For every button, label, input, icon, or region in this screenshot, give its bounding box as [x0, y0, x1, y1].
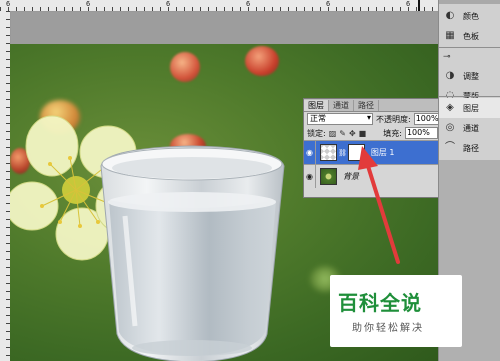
brush-icon[interactable]: ⊸ [443, 52, 451, 62]
mask-link-icon[interactable]: ⛓ [338, 149, 347, 157]
ruler-mark: 6 [86, 0, 91, 8]
dock-item-label: 色板 [463, 31, 479, 41]
swatches-icon: ▦ [445, 30, 455, 41]
flower-bud [170, 52, 200, 82]
channels-icon: ◎ [445, 122, 455, 133]
flower-bud [245, 46, 279, 76]
blend-mode-select[interactable]: 正常 [307, 113, 373, 125]
watermark-subtitle: 助你轻松解决 [352, 323, 424, 334]
ruler-mark: 6 [246, 0, 251, 8]
layer-name: 图层 1 [370, 148, 395, 157]
dock-item-adjustments[interactable]: ◑ 调整 [439, 66, 500, 86]
palette-icon: ◐ [445, 10, 455, 21]
visibility-eye-icon[interactable]: ◉ [304, 165, 316, 188]
ruler-mark: 6 [326, 0, 331, 8]
dock-item-layers[interactable]: ◈ 图层 [439, 98, 500, 118]
visibility-eye-icon[interactable]: ◉ [304, 141, 316, 164]
lock-options: ▨ ✎ ✥ ■ [329, 129, 367, 138]
paths-icon: ⌒ [445, 142, 455, 153]
dock-item-label: 调整 [463, 71, 479, 81]
dock-item-label: 路径 [463, 143, 479, 153]
layers-icon: ◈ [446, 102, 454, 113]
lock-position-icon[interactable]: ✥ [349, 129, 356, 138]
adjust-icon: ◑ [445, 70, 455, 81]
tab-channels[interactable]: 通道 [329, 100, 354, 111]
ruler-cursor-marker [418, 0, 420, 11]
tab-layers[interactable]: 图层 [304, 100, 329, 111]
fill-label: 填充: [383, 128, 402, 138]
watermark-title: 百科全说 [338, 291, 422, 315]
tab-paths[interactable]: 路径 [354, 100, 379, 111]
layer-thumbnail [320, 168, 337, 185]
dock-item-channels[interactable]: ◎ 通道 [439, 118, 500, 138]
opacity-label: 不透明度: [376, 114, 411, 124]
layer-thumbnail [320, 144, 337, 161]
lock-paint-icon[interactable]: ✎ [339, 129, 346, 138]
dock-item-swatches[interactable]: ▦ 色板 [439, 26, 500, 46]
ruler-mark: 6 [166, 0, 171, 8]
dock-separator [439, 47, 500, 48]
ruler-mark: 6 [406, 0, 411, 8]
dock-item-label: 颜色 [463, 11, 479, 21]
brand-watermark: 百科全说 助你轻松解决 [330, 275, 462, 347]
lock-all-icon[interactable]: ■ [359, 129, 367, 138]
glass-cup [100, 145, 285, 361]
layer-mask-thumbnail[interactable] [347, 144, 365, 161]
lock-label: 锁定: [307, 128, 326, 138]
layer-name: 背景 [343, 172, 359, 181]
dock-item-label: 图层 [463, 103, 479, 113]
dock-separator [439, 96, 500, 97]
lock-transparency-icon[interactable]: ▨ [329, 129, 337, 138]
ruler-mark: 6 [6, 0, 11, 8]
dock-item-color[interactable]: ◐ 颜色 [439, 6, 500, 26]
horizontal-ruler: 6 6 6 6 6 6 [0, 0, 438, 12]
dock-header [439, 0, 500, 4]
dock-item-paths[interactable]: ⌒ 路径 [439, 138, 500, 158]
fill-input[interactable]: 100% [404, 127, 438, 139]
dock-item-label: 通道 [463, 123, 479, 133]
